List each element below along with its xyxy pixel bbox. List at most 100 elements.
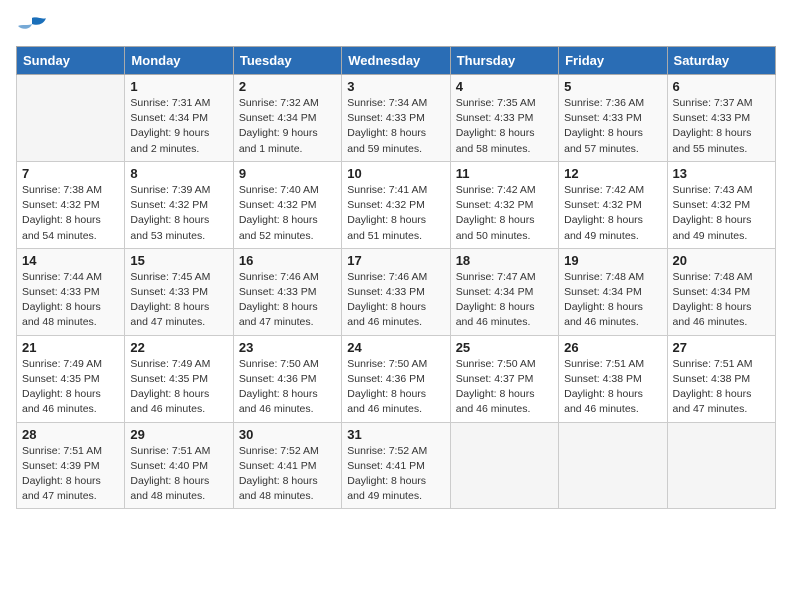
day-header-sunday: Sunday [17,47,125,75]
day-header-wednesday: Wednesday [342,47,450,75]
day-info: Sunrise: 7:47 AMSunset: 4:34 PMDaylight:… [456,270,553,331]
day-header-saturday: Saturday [667,47,775,75]
day-info: Sunrise: 7:50 AMSunset: 4:36 PMDaylight:… [347,357,444,418]
calendar-cell: 30 Sunrise: 7:52 AMSunset: 4:41 PMDayligh… [233,422,341,509]
calendar-cell: 9 Sunrise: 7:40 AMSunset: 4:32 PMDaylight… [233,161,341,248]
day-number: 28 [22,427,119,442]
day-number: 10 [347,166,444,181]
day-info: Sunrise: 7:52 AMSunset: 4:41 PMDaylight:… [347,444,444,505]
day-header-monday: Monday [125,47,233,75]
calendar-cell: 3 Sunrise: 7:34 AMSunset: 4:33 PMDaylight… [342,75,450,162]
day-number: 4 [456,79,553,94]
calendar-cell: 22 Sunrise: 7:49 AMSunset: 4:35 PMDayligh… [125,335,233,422]
day-number: 30 [239,427,336,442]
calendar-cell [559,422,667,509]
calendar-cell: 29Sunrise: 7:51 AMSunset: 4:40 PMDayligh… [125,422,233,509]
calendar-cell: 8 Sunrise: 7:39 AMSunset: 4:32 PMDaylight… [125,161,233,248]
calendar-cell: 14 Sunrise: 7:44 AMSunset: 4:33 PMDayligh… [17,248,125,335]
day-number: 16 [239,253,336,268]
day-number: 13 [673,166,770,181]
calendar-cell: 15Sunrise: 7:45 AMSunset: 4:33 PMDayligh… [125,248,233,335]
calendar-week-4: 21 Sunrise: 7:49 AMSunset: 4:35 PMDayligh… [17,335,776,422]
day-number: 25 [456,340,553,355]
day-info: Sunrise: 7:51 AMSunset: 4:38 PMDaylight:… [564,357,661,418]
day-info: Sunrise: 7:41 AMSunset: 4:32 PMDaylight:… [347,183,444,244]
day-number: 9 [239,166,336,181]
calendar-cell: 23 Sunrise: 7:50 AMSunset: 4:36 PMDayligh… [233,335,341,422]
day-number: 21 [22,340,119,355]
day-info: Sunrise: 7:44 AMSunset: 4:33 PMDaylight:… [22,270,119,331]
calendar-cell: 24 Sunrise: 7:50 AMSunset: 4:36 PMDayligh… [342,335,450,422]
day-info: Sunrise: 7:43 AMSunset: 4:32 PMDaylight:… [673,183,770,244]
day-number: 14 [22,253,119,268]
calendar-cell: 4 Sunrise: 7:35 AMSunset: 4:33 PMDaylight… [450,75,558,162]
day-info: Sunrise: 7:40 AMSunset: 4:32 PMDaylight:… [239,183,336,244]
day-info: Sunrise: 7:31 AMSunset: 4:34 PMDaylight:… [130,96,227,157]
calendar-cell: 27 Sunrise: 7:51 AMSunset: 4:38 PMDayligh… [667,335,775,422]
calendar-cell: 19Sunrise: 7:48 AMSunset: 4:34 PMDayligh… [559,248,667,335]
day-number: 11 [456,166,553,181]
day-number: 22 [130,340,227,355]
day-info: Sunrise: 7:50 AMSunset: 4:36 PMDaylight:… [239,357,336,418]
day-info: Sunrise: 7:48 AMSunset: 4:34 PMDaylight:… [673,270,770,331]
day-info: Sunrise: 7:38 AMSunset: 4:32 PMDaylight:… [22,183,119,244]
day-number: 27 [673,340,770,355]
day-info: Sunrise: 7:49 AMSunset: 4:35 PMDaylight:… [22,357,119,418]
calendar-cell: 13 Sunrise: 7:43 AMSunset: 4:32 PMDayligh… [667,161,775,248]
logo-bird-icon [18,16,46,36]
calendar-week-3: 14 Sunrise: 7:44 AMSunset: 4:33 PMDayligh… [17,248,776,335]
calendar-cell: 1 Sunrise: 7:31 AMSunset: 4:34 PMDaylight… [125,75,233,162]
day-info: Sunrise: 7:49 AMSunset: 4:35 PMDaylight:… [130,357,227,418]
calendar-cell: 7Sunrise: 7:38 AMSunset: 4:32 PMDaylight… [17,161,125,248]
day-info: Sunrise: 7:32 AMSunset: 4:34 PMDaylight:… [239,96,336,157]
day-number: 12 [564,166,661,181]
day-info: Sunrise: 7:39 AMSunset: 4:32 PMDaylight:… [130,183,227,244]
day-number: 31 [347,427,444,442]
day-info: Sunrise: 7:51 AMSunset: 4:38 PMDaylight:… [673,357,770,418]
day-header-tuesday: Tuesday [233,47,341,75]
day-info: Sunrise: 7:51 AMSunset: 4:40 PMDaylight:… [130,444,227,505]
day-info: Sunrise: 7:35 AMSunset: 4:33 PMDaylight:… [456,96,553,157]
calendar-cell: 26Sunrise: 7:51 AMSunset: 4:38 PMDayligh… [559,335,667,422]
day-info: Sunrise: 7:46 AMSunset: 4:33 PMDaylight:… [347,270,444,331]
day-number: 1 [130,79,227,94]
calendar-cell: 18 Sunrise: 7:47 AMSunset: 4:34 PMDayligh… [450,248,558,335]
day-number: 6 [673,79,770,94]
calendar-cell: 31 Sunrise: 7:52 AMSunset: 4:41 PMDayligh… [342,422,450,509]
calendar-cell: 21 Sunrise: 7:49 AMSunset: 4:35 PMDayligh… [17,335,125,422]
calendar-cell [667,422,775,509]
day-header-friday: Friday [559,47,667,75]
calendar-cell: 11 Sunrise: 7:42 AMSunset: 4:32 PMDayligh… [450,161,558,248]
day-number: 20 [673,253,770,268]
calendar-cell: 6Sunrise: 7:37 AMSunset: 4:33 PMDaylight… [667,75,775,162]
calendar-cell [17,75,125,162]
calendar-cell [450,422,558,509]
day-header-thursday: Thursday [450,47,558,75]
logo [16,16,46,36]
day-info: Sunrise: 7:45 AMSunset: 4:33 PMDaylight:… [130,270,227,331]
day-number: 8 [130,166,227,181]
calendar-cell: 10 Sunrise: 7:41 AMSunset: 4:32 PMDayligh… [342,161,450,248]
day-info: Sunrise: 7:42 AMSunset: 4:32 PMDaylight:… [564,183,661,244]
page-header [16,16,776,36]
calendar-cell: 20 Sunrise: 7:48 AMSunset: 4:34 PMDayligh… [667,248,775,335]
day-number: 5 [564,79,661,94]
day-number: 24 [347,340,444,355]
day-info: Sunrise: 7:36 AMSunset: 4:33 PMDaylight:… [564,96,661,157]
day-info: Sunrise: 7:50 AMSunset: 4:37 PMDaylight:… [456,357,553,418]
day-info: Sunrise: 7:46 AMSunset: 4:33 PMDaylight:… [239,270,336,331]
day-number: 2 [239,79,336,94]
day-info: Sunrise: 7:34 AMSunset: 4:33 PMDaylight:… [347,96,444,157]
day-info: Sunrise: 7:52 AMSunset: 4:41 PMDaylight:… [239,444,336,505]
day-number: 3 [347,79,444,94]
calendar-cell: 2 Sunrise: 7:32 AMSunset: 4:34 PMDaylight… [233,75,341,162]
day-number: 18 [456,253,553,268]
calendar-cell: 16 Sunrise: 7:46 AMSunset: 4:33 PMDayligh… [233,248,341,335]
day-info: Sunrise: 7:42 AMSunset: 4:32 PMDaylight:… [456,183,553,244]
day-number: 23 [239,340,336,355]
day-info: Sunrise: 7:51 AMSunset: 4:39 PMDaylight:… [22,444,119,505]
calendar-header: SundayMondayTuesdayWednesdayThursdayFrid… [17,47,776,75]
calendar-table: SundayMondayTuesdayWednesdayThursdayFrid… [16,46,776,509]
calendar-cell: 25 Sunrise: 7:50 AMSunset: 4:37 PMDayligh… [450,335,558,422]
calendar-week-5: 28 Sunrise: 7:51 AMSunset: 4:39 PMDayligh… [17,422,776,509]
